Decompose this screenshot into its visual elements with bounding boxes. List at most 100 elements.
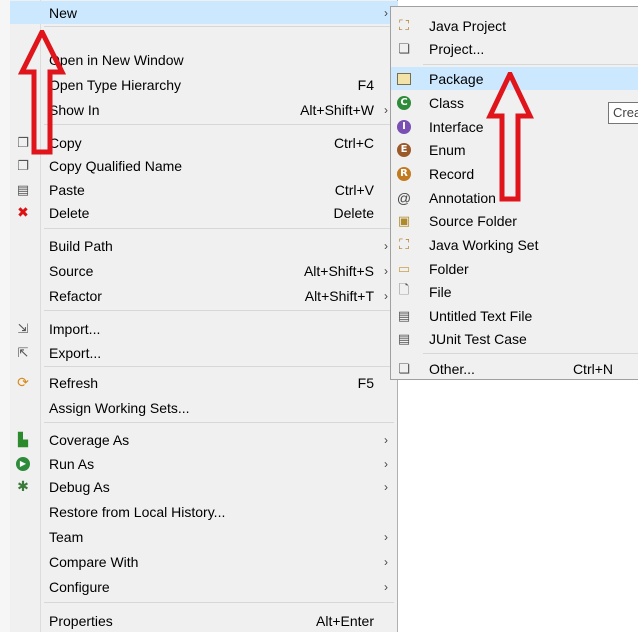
menu-item-new[interactable]: New › bbox=[10, 1, 398, 24]
submenu-item-other[interactable]: ❏ Other... Ctrl+N bbox=[391, 357, 638, 380]
submenu-item-folder[interactable]: ▭ Folder bbox=[391, 257, 638, 280]
menu-item-open-type-hierarchy[interactable]: Open Type Hierarchy F4 bbox=[10, 73, 398, 96]
menu-item-label: Open in New Window bbox=[49, 51, 184, 68]
chevron-right-icon: › bbox=[384, 529, 388, 544]
enum-icon: E bbox=[396, 142, 412, 158]
submenu-item-project[interactable]: ❏ Project... bbox=[391, 37, 638, 60]
menu-item-copy-qualified-name[interactable]: ❐ Copy Qualified Name bbox=[10, 154, 398, 177]
submenu-item-java-working-set[interactable]: ⛶ Java Working Set bbox=[391, 233, 638, 256]
record-icon: R bbox=[396, 166, 412, 182]
shortcut-label: Alt+Shift+W bbox=[300, 101, 374, 118]
submenu-item-junit-test-case[interactable]: ▤ JUnit Test Case bbox=[391, 327, 638, 350]
chevron-right-icon: › bbox=[384, 456, 388, 471]
submenu-item-label: Record bbox=[429, 165, 475, 182]
project-icon: ❏ bbox=[398, 40, 410, 56]
copy-qualified-name-icon: ❐ bbox=[17, 157, 29, 173]
menu-item-export[interactable]: ⇱ Export... bbox=[10, 341, 398, 364]
separator bbox=[44, 602, 394, 603]
menu-item-import[interactable]: ⇲ Import... bbox=[10, 317, 398, 340]
separator bbox=[44, 422, 394, 423]
debug-icon: ✱ bbox=[17, 478, 29, 494]
menu-item-refresh[interactable]: ⟳ Refresh F5 bbox=[10, 371, 398, 394]
folder-icon: ▭ bbox=[397, 260, 411, 276]
chevron-right-icon: › bbox=[384, 554, 388, 569]
menu-item-label: Properties bbox=[49, 612, 113, 629]
menu-item-configure[interactable]: Configure › bbox=[10, 575, 398, 598]
chevron-right-icon: › bbox=[384, 102, 388, 117]
refresh-icon: ⟳ bbox=[17, 374, 29, 390]
export-icon: ⇱ bbox=[17, 344, 29, 360]
menu-item-source[interactable]: Source Alt+Shift+S › bbox=[10, 259, 398, 282]
menu-item-label: Configure bbox=[49, 578, 110, 595]
run-icon: ▶ bbox=[15, 456, 31, 472]
chevron-right-icon: › bbox=[384, 288, 388, 303]
separator bbox=[44, 228, 394, 229]
submenu-item-label: Source Folder bbox=[429, 212, 517, 229]
chevron-right-icon: › bbox=[384, 432, 388, 447]
menu-item-compare-with[interactable]: Compare With › bbox=[10, 550, 398, 573]
submenu-item-source-folder[interactable]: ▣ Source Folder bbox=[391, 209, 638, 232]
menu-item-label: Run As bbox=[49, 455, 95, 472]
separator bbox=[423, 353, 638, 354]
menu-item-restore-from-local-history[interactable]: Restore from Local History... bbox=[10, 500, 398, 523]
shortcut-label: F4 bbox=[357, 76, 374, 93]
submenu-item-label: Enum bbox=[429, 141, 466, 158]
menu-item-paste[interactable]: ▤ Paste Ctrl+V bbox=[10, 178, 398, 201]
menu-item-label: Restore from Local History... bbox=[49, 503, 226, 520]
submenu-item-label: Class bbox=[429, 94, 465, 111]
annotation-icon: @ bbox=[396, 189, 412, 206]
shortcut-label: Alt+Shift+T bbox=[304, 287, 374, 304]
interface-icon: I bbox=[396, 119, 412, 135]
submenu-item-label: Folder bbox=[429, 260, 469, 277]
menu-item-label: Build Path bbox=[49, 237, 113, 254]
submenu-item-file[interactable]: 🗋 File bbox=[391, 280, 638, 303]
menu-item-open-in-new-window[interactable]: Open in New Window bbox=[10, 48, 398, 71]
submenu-item-label: JUnit Test Case bbox=[429, 330, 527, 347]
menu-item-label: Coverage As bbox=[49, 431, 130, 448]
menu-item-label: Paste bbox=[49, 181, 85, 198]
chevron-right-icon: › bbox=[384, 5, 388, 20]
menu-item-label: Copy Qualified Name bbox=[49, 157, 183, 174]
submenu-item-label: Untitled Text File bbox=[429, 307, 533, 324]
chevron-right-icon: › bbox=[384, 579, 388, 594]
menu-item-refactor[interactable]: Refactor Alt+Shift+T › bbox=[10, 284, 398, 307]
import-icon: ⇲ bbox=[17, 320, 29, 336]
tooltip: Crea bbox=[608, 102, 638, 124]
source-folder-icon: ▣ bbox=[397, 212, 411, 228]
menu-item-label: Source bbox=[49, 262, 94, 279]
menu-item-show-in[interactable]: Show In Alt+Shift+W › bbox=[10, 98, 398, 121]
menu-item-label: Delete bbox=[49, 204, 90, 221]
menu-item-label: Refactor bbox=[49, 287, 102, 304]
java-working-set-icon: ⛶ bbox=[399, 236, 409, 252]
package-icon bbox=[396, 71, 412, 87]
submenu-item-label: Project... bbox=[429, 40, 485, 57]
menu-item-delete[interactable]: ✖ Delete Delete bbox=[10, 201, 398, 224]
shortcut-label: Ctrl+N bbox=[572, 360, 613, 377]
submenu-item-untitled-text-file[interactable]: ▤ Untitled Text File bbox=[391, 304, 638, 327]
menu-item-label: Export... bbox=[49, 344, 102, 361]
submenu-item-label: Other... bbox=[429, 360, 475, 377]
menu-item-copy[interactable]: ❐ Copy Ctrl+C bbox=[10, 131, 398, 154]
shortcut-label: Delete bbox=[333, 204, 374, 221]
menu-item-team[interactable]: Team › bbox=[10, 525, 398, 548]
delete-icon: ✖ bbox=[17, 204, 29, 220]
menu-item-label: Debug As bbox=[49, 478, 110, 495]
shortcut-label: Ctrl+C bbox=[333, 134, 374, 151]
menu-item-coverage-as[interactable]: ▙ Coverage As › bbox=[10, 428, 398, 451]
java-project-icon: ⛶ bbox=[399, 17, 409, 33]
separator bbox=[44, 26, 394, 27]
menu-item-build-path[interactable]: Build Path › bbox=[10, 234, 398, 257]
submenu-item-java-project[interactable]: ⛶ Java Project bbox=[391, 14, 638, 37]
menu-item-run-as[interactable]: ▶ Run As › bbox=[10, 452, 398, 475]
menu-item-debug-as[interactable]: ✱ Debug As › bbox=[10, 475, 398, 498]
annotation-arrow-up-icon bbox=[18, 30, 66, 155]
menu-item-properties[interactable]: Properties Alt+Enter bbox=[10, 609, 398, 632]
paste-icon: ▤ bbox=[16, 181, 30, 197]
chevron-right-icon: › bbox=[384, 238, 388, 253]
other-icon: ❏ bbox=[398, 360, 410, 376]
menu-item-label: Compare With bbox=[49, 553, 139, 570]
menu-item-assign-working-sets[interactable]: Assign Working Sets... bbox=[10, 396, 398, 419]
separator bbox=[44, 124, 394, 125]
separator bbox=[423, 64, 638, 65]
menu-item-label: Refresh bbox=[49, 374, 99, 391]
